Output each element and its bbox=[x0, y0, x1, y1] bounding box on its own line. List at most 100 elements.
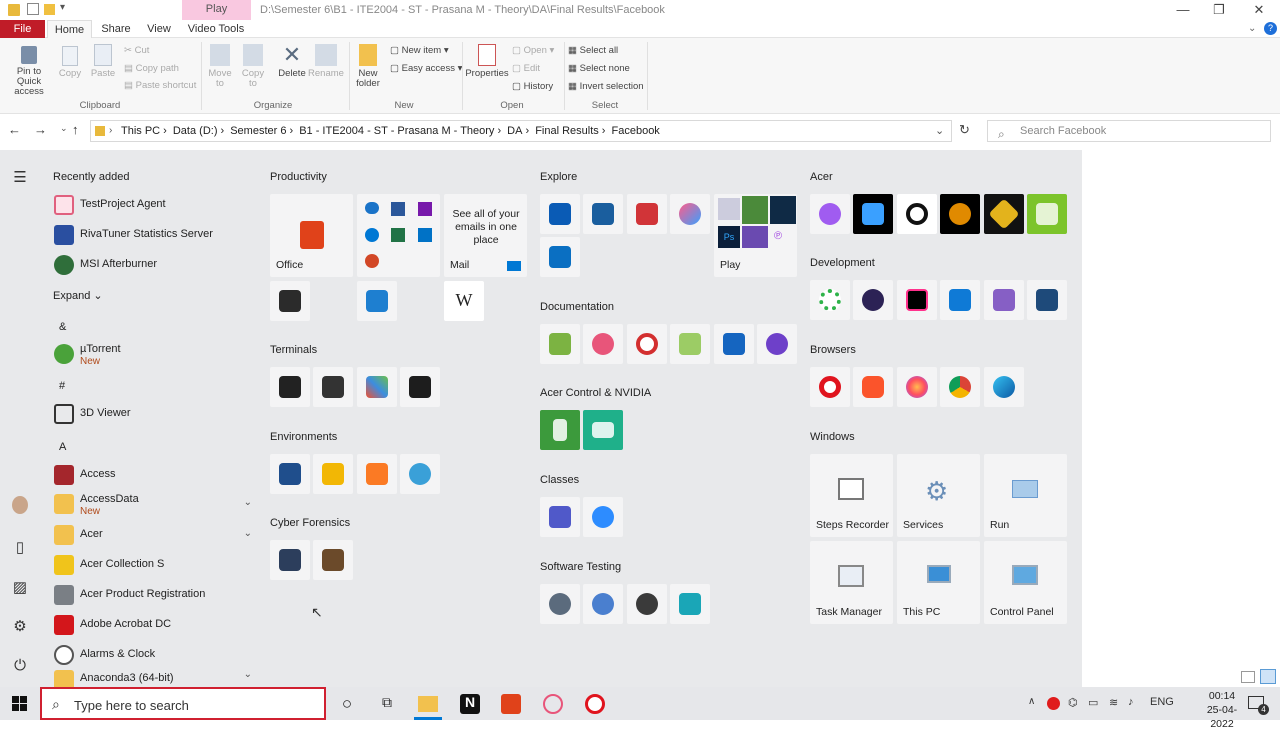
minimize-button[interactable]: — bbox=[1168, 2, 1198, 17]
close-button[interactable]: ✕ bbox=[1244, 2, 1274, 18]
notion-icon[interactable]: N bbox=[460, 694, 480, 714]
tile-intellij[interactable] bbox=[897, 280, 937, 320]
tile-virtualbox[interactable] bbox=[270, 454, 310, 494]
tile-xampp[interactable] bbox=[357, 454, 397, 494]
tile-doc-1[interactable] bbox=[540, 324, 580, 364]
tile-whiteboard[interactable] bbox=[540, 237, 580, 277]
tile-mysql-shell[interactable] bbox=[270, 367, 310, 407]
cortana-icon[interactable]: ○ bbox=[337, 694, 357, 714]
documents-icon[interactable]: ▯ bbox=[10, 538, 30, 556]
up-icon[interactable]: ↑ bbox=[72, 122, 79, 137]
recent-locations-icon[interactable]: ⌄ bbox=[60, 123, 68, 134]
tab-video-tools[interactable]: Video Tools bbox=[183, 20, 249, 38]
tab-file[interactable]: File bbox=[0, 20, 45, 38]
language-indicator[interactable]: ENG bbox=[1150, 696, 1174, 708]
tile-git-bash[interactable] bbox=[357, 367, 397, 407]
copy-to-button[interactable]: Copy to bbox=[239, 44, 267, 89]
tile-brave[interactable] bbox=[853, 367, 893, 407]
properties-qat-icon[interactable] bbox=[27, 3, 39, 15]
power-icon[interactable]: ⏻ bbox=[10, 657, 30, 674]
cut-button[interactable]: ✂ Cut bbox=[124, 45, 149, 56]
tile-autopsy[interactable] bbox=[313, 540, 353, 580]
hamburger-menu-icon[interactable]: ☰ bbox=[10, 168, 30, 186]
snipping-taskbar-icon[interactable] bbox=[543, 694, 563, 714]
tile-acer-control[interactable] bbox=[540, 410, 580, 450]
tile-paint-3d[interactable] bbox=[670, 194, 710, 234]
address-bar[interactable]: › This PC › Data (D:) › Semester 6 › B1 - I… bbox=[90, 120, 952, 142]
new-item-button[interactable]: ▢ New item ▾ bbox=[390, 45, 449, 56]
list-item-3d-viewer[interactable]: 3D Viewer bbox=[52, 400, 252, 428]
tile-command-prompt[interactable] bbox=[400, 367, 440, 407]
tile-github[interactable] bbox=[757, 324, 797, 364]
tile-task-manager[interactable]: Task Manager bbox=[810, 541, 893, 624]
tile-eclipse[interactable] bbox=[853, 280, 893, 320]
record-icon[interactable] bbox=[1047, 697, 1060, 710]
tray-overflow-icon[interactable]: ∧ bbox=[1028, 696, 1035, 707]
paste-shortcut-button[interactable]: ▤ Paste shortcut bbox=[124, 80, 196, 91]
breadcrumb-item[interactable]: Semester 6 bbox=[230, 125, 286, 137]
tile-acer-6[interactable] bbox=[1027, 194, 1067, 234]
taskbar-search-input[interactable]: ⌕ Type here to search bbox=[40, 687, 326, 720]
tile-doc-5[interactable] bbox=[714, 324, 754, 364]
expand-button[interactable]: Expand ⌄ bbox=[53, 289, 103, 302]
tile-dev-6[interactable] bbox=[1027, 280, 1067, 320]
easy-access-button[interactable]: ▢ Easy access ▾ bbox=[390, 63, 462, 74]
tile-firefox[interactable] bbox=[897, 367, 937, 407]
list-item-rivatuner[interactable]: RivaTuner Statistics Server bbox=[52, 221, 252, 249]
tile-nvidia[interactable] bbox=[583, 410, 623, 450]
rename-button[interactable]: Rename bbox=[308, 44, 344, 79]
list-item-msi-afterburner[interactable]: MSI Afterburner bbox=[52, 251, 252, 279]
pictures-icon[interactable]: ▨ bbox=[10, 578, 30, 596]
tile-testing-4[interactable] bbox=[670, 584, 710, 624]
list-item-alarms-clock[interactable]: Alarms & Clock bbox=[52, 641, 252, 669]
breadcrumb-item[interactable]: Facebook bbox=[612, 125, 660, 137]
list-item-acer-collection[interactable]: Acer Collection S bbox=[52, 551, 252, 579]
address-dropdown-icon[interactable]: ⌄ bbox=[935, 124, 944, 137]
new-folder-qat-icon[interactable] bbox=[44, 4, 55, 15]
tile-testing-1[interactable] bbox=[540, 584, 580, 624]
tile-vivaldi[interactable] bbox=[270, 281, 310, 321]
tile-testing-3[interactable] bbox=[627, 584, 667, 624]
tray-app-icon[interactable]: ⌬ bbox=[1068, 696, 1078, 709]
copy-path-button[interactable]: ▤ Copy path bbox=[124, 63, 179, 74]
properties-button[interactable]: Properties bbox=[465, 44, 509, 79]
tile-control-panel[interactable]: Control Panel bbox=[984, 541, 1067, 624]
select-none-button[interactable]: ▦ Select none bbox=[568, 63, 630, 74]
open-button[interactable]: ▢ Open ▾ bbox=[512, 45, 554, 56]
tile-acer-4[interactable] bbox=[940, 194, 980, 234]
tile-env-4[interactable] bbox=[400, 454, 440, 494]
forward-icon[interactable]: → bbox=[34, 122, 47, 137]
list-item-utorrent[interactable]: µTorrent New bbox=[52, 340, 252, 368]
task-view-icon[interactable]: ⧉ bbox=[377, 694, 397, 714]
tile-opera[interactable] bbox=[810, 367, 850, 407]
tile-acer-5[interactable] bbox=[984, 194, 1024, 234]
tile-wikipedia[interactable]: W bbox=[444, 281, 484, 321]
select-all-button[interactable]: ▦ Select all bbox=[568, 45, 618, 56]
breadcrumb-item[interactable]: DA bbox=[507, 125, 522, 137]
qat-dropdown-icon[interactable]: ▾ bbox=[60, 2, 65, 13]
list-item-anaconda[interactable]: Anaconda3 (64-bit) ⌄ bbox=[52, 666, 252, 687]
new-folder-button[interactable]: New folder bbox=[352, 44, 384, 89]
clock[interactable]: 00:14 25-04-2022 bbox=[1200, 689, 1244, 731]
invert-selection-button[interactable]: ▦ Invert selection bbox=[568, 81, 644, 92]
list-item-accessdata[interactable]: AccessData New ⌄ bbox=[52, 490, 252, 518]
file-explorer-taskbar-icon[interactable] bbox=[418, 696, 438, 712]
breadcrumb-item[interactable]: Final Results bbox=[535, 125, 599, 137]
volume-icon[interactable]: ♪ bbox=[1128, 696, 1134, 708]
tile-acer-3[interactable] bbox=[897, 194, 937, 234]
tile-visual-studio[interactable] bbox=[984, 280, 1024, 320]
tile-steps-recorder[interactable]: Steps Recorder bbox=[810, 454, 893, 537]
tile-mail[interactable]: See all of your emails in one place Mail bbox=[444, 194, 527, 277]
app-taskbar-icon[interactable] bbox=[585, 694, 605, 714]
tile-services[interactable]: ⚙ Services bbox=[897, 454, 980, 537]
tile-store[interactable] bbox=[540, 194, 580, 234]
tile-vscode[interactable] bbox=[940, 280, 980, 320]
pin-quick-access-button[interactable]: Pin to Quick access bbox=[4, 46, 54, 97]
collapse-ribbon-icon[interactable]: ⌄ bbox=[1248, 23, 1256, 34]
letter-heading[interactable]: A bbox=[59, 441, 66, 453]
tile-play-folder[interactable]: Ps ℗ Play bbox=[714, 194, 797, 277]
maximize-button[interactable]: ❐ bbox=[1204, 2, 1234, 18]
settings-gear-icon[interactable]: ⚙ bbox=[10, 617, 30, 635]
list-item-access[interactable]: Access bbox=[52, 461, 252, 489]
tile-office-apps-folder[interactable] bbox=[357, 194, 440, 277]
